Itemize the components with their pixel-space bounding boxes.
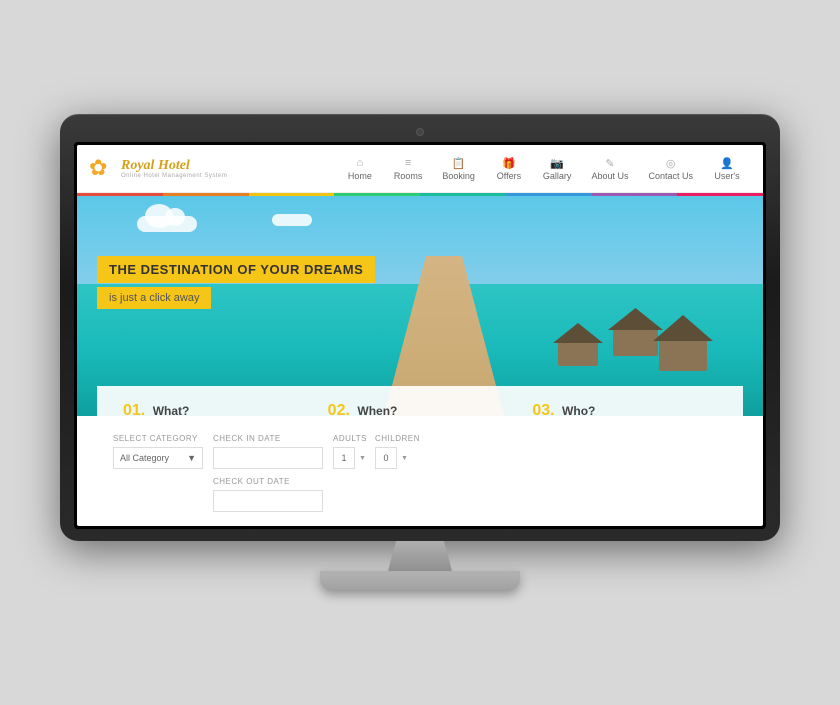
booking-step-3: 03. Who? [522, 396, 727, 426]
category-value: All Category [120, 453, 169, 463]
category-field-group: Select Category All Category ▼ [113, 434, 203, 469]
booking-fields: Select Category All Category ▼ Check In … [113, 434, 727, 512]
step-2-number: 02. [328, 402, 350, 419]
nav-label-gallery: Gallary [543, 171, 572, 181]
logo-subtitle: Online Hotel Management System [121, 173, 227, 179]
children-counter: 0 ▼ [375, 447, 420, 469]
nav-label-contact: Contact Us [648, 171, 693, 181]
user-icon: 👤 [720, 156, 734, 170]
booking-section: 01. What? 02. When? 03. Who? [97, 386, 743, 526]
adults-counter: 1 ▼ [333, 447, 367, 469]
nav-label-user: User's [714, 171, 739, 181]
nav-label-about: About Us [591, 171, 628, 181]
checkin-label: Check In Date [213, 434, 323, 443]
bungalow-2-roof [653, 315, 713, 341]
booking-step-1: 01. What? [113, 396, 318, 426]
gallery-icon: 📷 [550, 156, 564, 170]
nav-item-home[interactable]: ⌂ Home [336, 154, 384, 183]
nav-label-home: Home [348, 171, 372, 181]
guests-field-group: Adults 1 ▼ Children [333, 434, 420, 469]
monitor-screen-bezel: ✿ Royal Hotel Online Hotel Management Sy… [74, 142, 766, 529]
checkin-input[interactable] [213, 447, 323, 469]
monitor-screen: ✿ Royal Hotel Online Hotel Management Sy… [77, 145, 763, 526]
bungalow-2 [653, 315, 713, 371]
adults-value[interactable]: 1 [333, 447, 355, 469]
nav-item-gallery[interactable]: 📷 Gallary [533, 154, 582, 183]
nav-items: ⌂ Home ≡ Rooms 📋 Booking [336, 154, 751, 183]
nav-bar: ✿ Royal Hotel Online Hotel Management Sy… [77, 145, 763, 193]
children-value[interactable]: 0 [375, 447, 397, 469]
nav-label-booking: Booking [442, 171, 475, 181]
monitor-camera [416, 128, 424, 136]
monitor-body: ✿ Royal Hotel Online Hotel Management Sy… [60, 114, 780, 541]
logo-title: Royal Hotel [121, 158, 227, 173]
logo-icon: ✿ [89, 155, 117, 183]
dates-field-group: Check In Date Check Out Date [213, 434, 323, 512]
nav-item-rooms[interactable]: ≡ Rooms [384, 154, 433, 183]
booking-step-2: 02. When? [318, 396, 523, 426]
about-icon: ✎ [605, 156, 614, 170]
step-1-number: 01. [123, 402, 145, 419]
cloud-1 [137, 216, 197, 232]
step-3-label: Who? [562, 404, 595, 418]
logo-area: ✿ Royal Hotel Online Hotel Management Sy… [89, 155, 227, 183]
adults-children-group: Adults 1 ▼ Children [333, 434, 420, 469]
bungalow-3 [553, 323, 603, 366]
nav-item-contact[interactable]: ◎ Contact Us [638, 154, 703, 183]
cloud-2 [272, 214, 312, 226]
nav-item-user[interactable]: 👤 User's [703, 154, 751, 183]
bungalow-2-house [659, 339, 707, 371]
category-arrow-icon: ▼ [187, 453, 196, 463]
bungalow-3-house [558, 341, 598, 366]
monitor-stand-neck [380, 541, 460, 571]
step-3-number: 03. [532, 402, 554, 419]
contact-icon: ◎ [666, 156, 676, 170]
category-select[interactable]: All Category ▼ [113, 447, 203, 469]
nav-item-offers[interactable]: 🎁 Offers [485, 154, 533, 183]
nav-item-booking[interactable]: 📋 Booking [432, 154, 485, 183]
children-label: Children [375, 434, 420, 443]
category-label: Select Category [113, 434, 203, 443]
adults-label: Adults [333, 434, 367, 443]
nav-label-rooms: Rooms [394, 171, 423, 181]
adults-field-group: Adults 1 ▼ [333, 434, 367, 469]
hero-text-overlay: THE DESTINATION OF YOUR DREAMS is just a… [97, 256, 375, 309]
monitor-stand-base [320, 571, 520, 591]
website: ✿ Royal Hotel Online Hotel Management Sy… [77, 145, 763, 526]
nav-label-offers: Offers [497, 171, 521, 181]
booking-icon: 📋 [452, 156, 466, 170]
home-icon: ⌂ [357, 156, 364, 170]
hero-background: THE DESTINATION OF YOUR DREAMS is just a… [77, 196, 763, 416]
rooms-icon: ≡ [405, 156, 411, 170]
children-field-group: Children 0 ▼ [375, 434, 420, 469]
children-arrow-icon: ▼ [401, 455, 408, 462]
checkout-label: Check Out Date [213, 477, 323, 486]
bungalow-1-house [613, 328, 658, 356]
booking-steps: 01. What? 02. When? 03. Who? [113, 396, 727, 426]
logo-text: Royal Hotel Online Hotel Management Syst… [121, 158, 227, 179]
adults-arrow-icon: ▼ [359, 455, 366, 462]
bungalow-3-roof [553, 323, 603, 343]
checkout-input[interactable] [213, 490, 323, 512]
scene: ✿ Royal Hotel Online Hotel Management Sy… [0, 0, 840, 705]
monitor: ✿ Royal Hotel Online Hotel Management Sy… [60, 114, 780, 591]
hero-section: THE DESTINATION OF YOUR DREAMS is just a… [77, 196, 763, 416]
hero-subline: is just a click away [97, 287, 211, 309]
offers-icon: 🎁 [502, 156, 516, 170]
step-2-label: When? [357, 404, 397, 418]
step-1-label: What? [153, 404, 190, 418]
nav-item-about[interactable]: ✎ About Us [581, 154, 638, 183]
hero-headline: THE DESTINATION OF YOUR DREAMS [97, 256, 375, 283]
